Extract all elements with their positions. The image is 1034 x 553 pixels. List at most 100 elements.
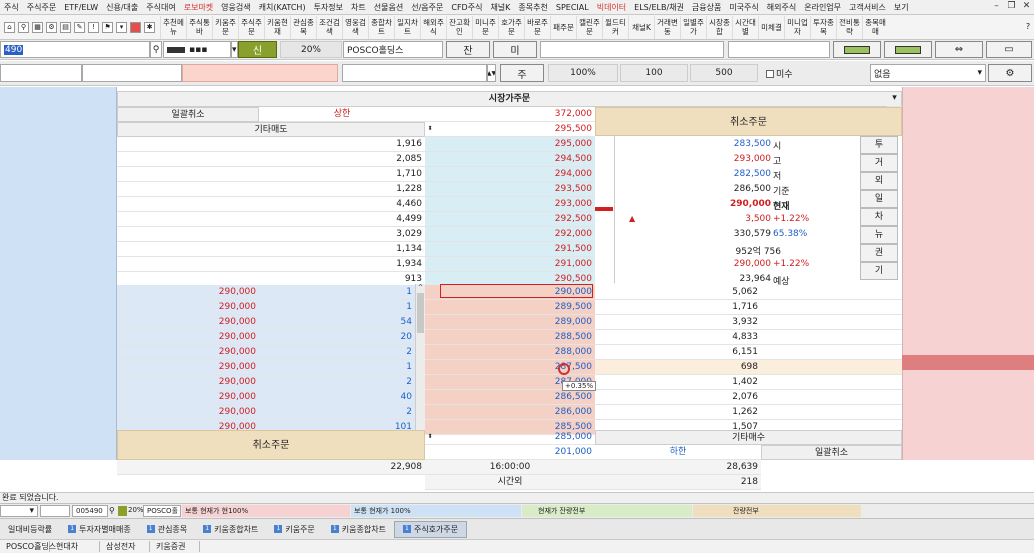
bid-price[interactable]: 286,500 xyxy=(425,390,595,405)
warning-icon[interactable]: ! xyxy=(88,21,99,33)
toolbar-button[interactable]: 미니업자 xyxy=(784,15,810,39)
toolbar-button[interactable]: 잔고확인 xyxy=(446,15,472,39)
bottom-buy-segment[interactable]: 보통 현재가 100% xyxy=(351,505,521,517)
toolbar-button[interactable]: 해외주식 xyxy=(420,15,446,39)
info-side-tab[interactable]: 투 xyxy=(860,136,898,154)
close-icon[interactable]: ✕ xyxy=(1021,1,1032,12)
ratio-field[interactable]: 20% xyxy=(280,41,342,58)
info-side-tab[interactable]: 거 xyxy=(860,154,898,172)
stock-quick-item[interactable]: 키움증권 xyxy=(150,541,200,552)
menu-item[interactable]: 차트 xyxy=(347,2,370,13)
bottom-code-field[interactable]: 005490 xyxy=(72,505,108,517)
price-type-field[interactable] xyxy=(0,64,82,82)
cancel-all-right-button[interactable]: 일괄취소 xyxy=(761,445,902,460)
bid-order-cell[interactable] xyxy=(761,390,902,405)
toolbar-button[interactable]: 종합차트 xyxy=(368,15,394,39)
bottom-sell-segment[interactable]: 보통 현재가 현100% xyxy=(182,505,350,517)
info-side-tab[interactable]: 뉴 xyxy=(860,226,898,244)
credit-button[interactable]: 신 xyxy=(238,41,277,58)
grid-icon[interactable]: ▦ xyxy=(32,21,43,33)
window-tab[interactable]: 1 키움주문 xyxy=(266,521,322,538)
bid-order-cell[interactable] xyxy=(761,285,902,300)
toolbar-button[interactable]: 관심종목 xyxy=(290,15,316,39)
bottom-empty-field[interactable] xyxy=(40,505,70,517)
bid-order-qty[interactable]: 2 xyxy=(259,345,415,360)
cancel-all-button[interactable]: 일괄취소 xyxy=(117,107,259,122)
toolbar-button[interactable]: 패주문 xyxy=(550,15,576,39)
menu-item[interactable]: ELS/ELB/채권 xyxy=(630,2,688,13)
toolbar-button[interactable]: 투자종목 xyxy=(810,15,836,39)
menu-item[interactable]: 로보마켓 xyxy=(180,2,217,13)
ask-order-cell[interactable] xyxy=(117,197,259,212)
toolbar-button[interactable]: 바로주문 xyxy=(524,15,550,39)
toolbar-button[interactable]: 주식통바 xyxy=(186,15,212,39)
bid-order-price[interactable]: 290,000 xyxy=(117,360,259,375)
menu-item[interactable]: 미국주식 xyxy=(725,2,762,13)
menu-item[interactable]: 금융상품 xyxy=(688,2,725,13)
gear-icon[interactable]: ✱ xyxy=(144,21,155,33)
bid-price[interactable]: 288,500 xyxy=(425,330,595,345)
market-order-title[interactable]: 시장가주문 xyxy=(117,91,902,107)
toolbar-button[interactable]: 시장종합 xyxy=(706,15,732,39)
flag-icon[interactable]: ⚑ xyxy=(102,21,113,33)
stop-icon[interactable] xyxy=(130,21,141,33)
ask-price[interactable]: 294,500 xyxy=(425,152,595,167)
menu-item[interactable]: 종목추천 xyxy=(514,2,551,13)
toolbar-button[interactable]: 추천메뉴 xyxy=(160,15,186,39)
search-icon[interactable]: ⚲ xyxy=(150,41,162,58)
bid-order-cell[interactable] xyxy=(761,360,902,375)
ask-order-cell[interactable] xyxy=(117,167,259,182)
toolbar-button[interactable]: 주식주문 xyxy=(238,15,264,39)
account-selector[interactable]: ▪▪▪ xyxy=(163,41,231,58)
unfilled-checkbox[interactable]: 미수 xyxy=(766,67,793,80)
bid-price[interactable]: 286,000 xyxy=(425,405,595,420)
menu-item[interactable]: 신용/대출 xyxy=(102,2,142,13)
help-icon[interactable]: ? xyxy=(1022,15,1034,39)
menu-item[interactable]: 선물옵션 xyxy=(370,2,407,13)
bid-order-cell[interactable] xyxy=(761,315,902,330)
window-tab[interactable]: 1 키움종합차트 xyxy=(195,521,266,538)
bid-order-qty[interactable]: 1 xyxy=(259,285,415,300)
menu-item[interactable]: 투자정보 xyxy=(310,2,347,13)
window-tab[interactable]: 1 투자자별매매종 xyxy=(60,521,139,538)
toolbar-button[interactable]: 일지차트 xyxy=(394,15,420,39)
window-tab[interactable]: 일대비등락률 xyxy=(0,521,60,538)
settings-button[interactable]: ⚙ xyxy=(988,64,1032,82)
bid-order-price[interactable]: 290,000 xyxy=(117,330,259,345)
qty-preset-2[interactable]: 500 xyxy=(690,64,758,82)
restore-icon[interactable]: ❐ xyxy=(1006,1,1017,12)
folder-icon[interactable]: ▤ xyxy=(60,21,71,33)
qty-preset-1[interactable]: 100 xyxy=(620,64,688,82)
toolbar-button[interactable]: 키움현재 xyxy=(264,15,290,39)
window-tab[interactable]: 1 관심종목 xyxy=(139,521,195,538)
bid-order-cell[interactable] xyxy=(761,300,902,315)
settings-icon[interactable]: ⚙ xyxy=(46,21,57,33)
bottom-account-field[interactable]: ▾ xyxy=(0,505,38,517)
bid-order-price[interactable]: 290,000 xyxy=(117,405,259,420)
toolbar-button[interactable]: 채널K xyxy=(628,15,654,39)
menu-item[interactable]: 영웅검색 xyxy=(217,2,254,13)
bid-order-qty[interactable]: 1 xyxy=(259,300,415,315)
bid-order-cell[interactable] xyxy=(761,405,902,420)
qty-stepper[interactable]: ⬍ xyxy=(425,122,435,137)
menu-item[interactable]: 보기 xyxy=(890,2,913,13)
toolbar-button[interactable]: 조건검색 xyxy=(316,15,342,39)
unfilled-button[interactable]: 미 xyxy=(493,41,537,58)
ask-order-cell[interactable] xyxy=(117,227,259,242)
window-tab[interactable]: 1 키움종합차트 xyxy=(323,521,394,538)
menu-item[interactable]: 빅데이터 xyxy=(593,2,630,13)
screen-button[interactable]: ▭ xyxy=(986,41,1032,58)
bid-order-price[interactable]: 290,000 xyxy=(117,390,259,405)
bid-order-qty[interactable]: 40 xyxy=(259,390,415,405)
cancel-order-button-bottom[interactable]: 취소주문 xyxy=(117,430,425,460)
ask-price[interactable]: 291,500 xyxy=(425,242,595,257)
bid-order-cell[interactable] xyxy=(761,330,902,345)
ask-order-cell[interactable] xyxy=(117,137,259,152)
order-qty-field[interactable] xyxy=(342,64,487,82)
cancel-order-button-top[interactable]: 취소주문 xyxy=(595,107,902,136)
ask-order-cell[interactable] xyxy=(117,242,259,257)
toolbar-button[interactable]: 종목매매 xyxy=(862,15,888,39)
pencil-icon[interactable]: ✎ xyxy=(74,21,85,33)
ask-price[interactable]: 293,500 xyxy=(425,182,595,197)
other-buy-price[interactable]: 285,000 xyxy=(435,430,595,445)
